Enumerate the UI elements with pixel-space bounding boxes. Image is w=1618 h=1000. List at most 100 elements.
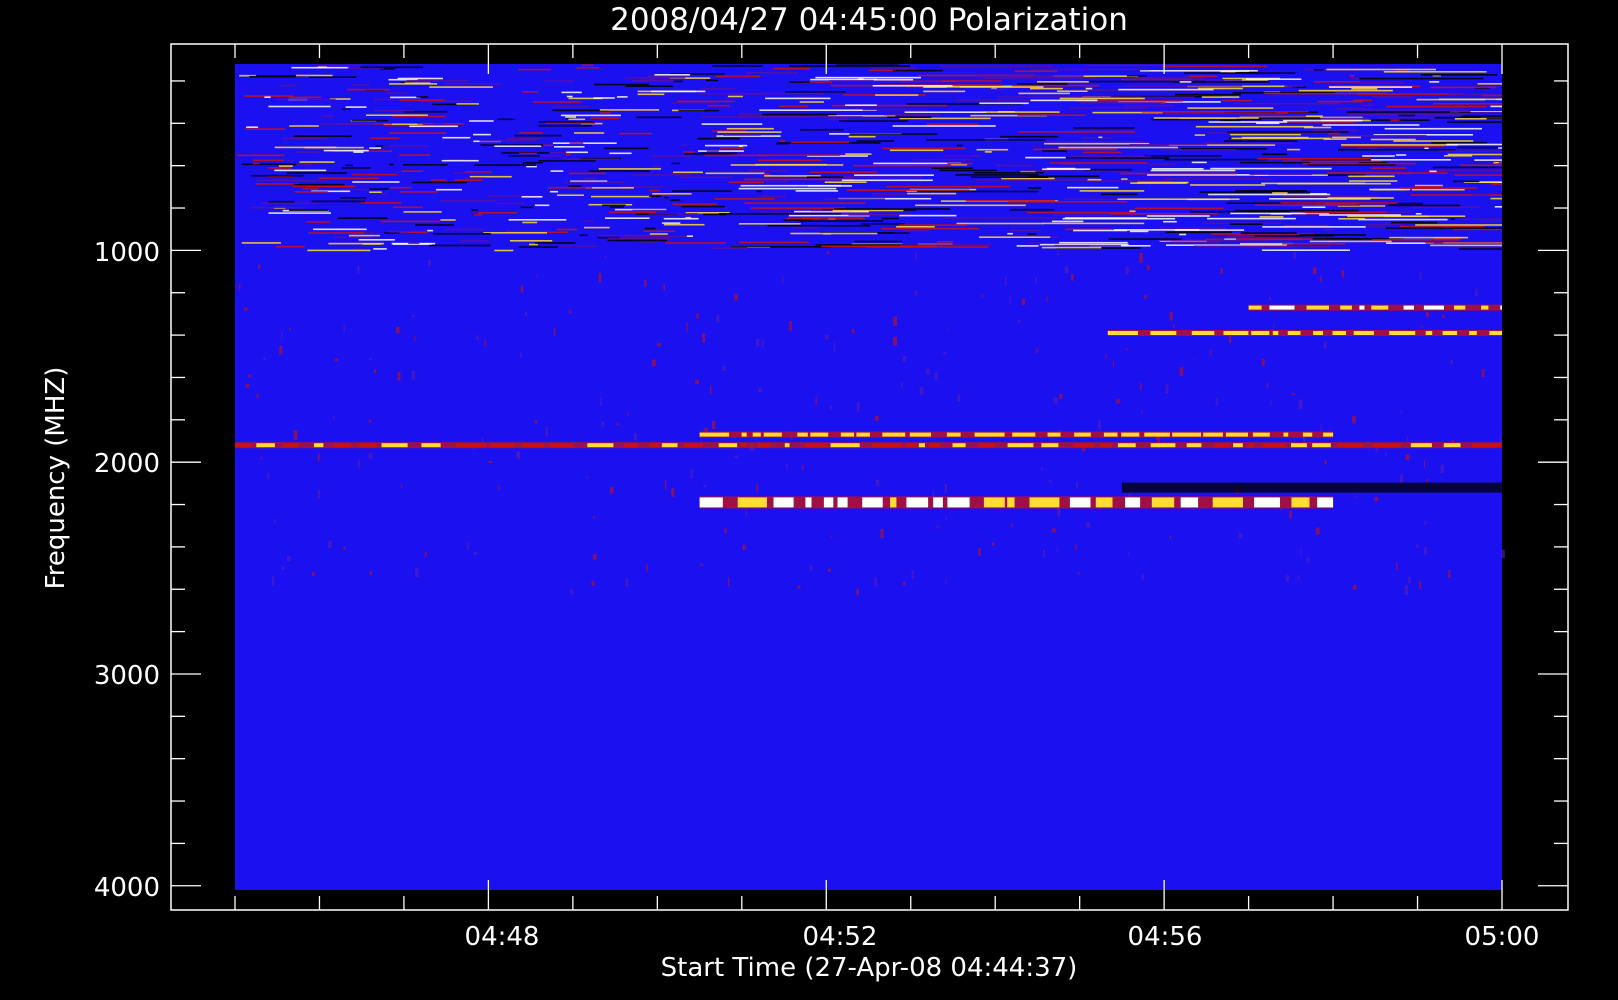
noise-streak bbox=[815, 76, 921, 79]
noise-streak bbox=[474, 214, 483, 216]
noise-streak bbox=[1124, 85, 1243, 87]
speckle bbox=[696, 313, 699, 319]
speckle bbox=[722, 366, 727, 371]
noise-streak bbox=[872, 67, 917, 69]
noise-streak bbox=[717, 131, 782, 133]
noise-streak bbox=[1069, 155, 1151, 158]
speckle bbox=[592, 554, 597, 560]
noise-streak bbox=[1165, 112, 1284, 115]
noise-streak bbox=[701, 123, 763, 125]
noise-streak bbox=[1327, 172, 1448, 174]
noise-streak bbox=[538, 160, 596, 162]
noise-streak bbox=[643, 230, 676, 232]
noise-streak bbox=[241, 242, 281, 244]
speckle bbox=[943, 352, 947, 355]
noise-streak bbox=[903, 230, 930, 232]
noise-streak bbox=[608, 237, 671, 240]
burst-segment bbox=[1302, 432, 1313, 437]
speckle bbox=[914, 290, 918, 296]
noise-streak bbox=[728, 181, 764, 184]
noise-streak bbox=[793, 226, 818, 229]
noise-streak bbox=[534, 204, 550, 207]
noise-streak bbox=[1009, 208, 1055, 211]
noise-streak bbox=[1017, 83, 1068, 85]
speckle bbox=[665, 480, 667, 490]
speckle bbox=[289, 327, 291, 331]
noise-streak bbox=[1049, 162, 1148, 164]
noise-streak bbox=[1415, 213, 1422, 215]
noise-streak bbox=[583, 177, 596, 180]
speckle bbox=[358, 459, 361, 468]
speckle bbox=[1043, 549, 1045, 558]
noise-streak bbox=[454, 179, 483, 181]
noise-streak bbox=[1220, 119, 1241, 122]
noise-streak bbox=[881, 217, 899, 220]
noise-streak bbox=[1424, 147, 1429, 150]
x-tick-label: 04:52 bbox=[803, 922, 878, 952]
noise-streak bbox=[1400, 225, 1485, 228]
noise-streak bbox=[593, 97, 615, 99]
noise-streak bbox=[744, 178, 855, 181]
noise-streak bbox=[264, 202, 308, 204]
x-tick-label: 04:48 bbox=[465, 922, 540, 952]
noise-streak bbox=[821, 245, 937, 248]
noise-streak bbox=[892, 125, 996, 127]
noise-streak bbox=[912, 158, 974, 161]
noise-streak bbox=[241, 163, 297, 166]
noise-streak bbox=[609, 152, 632, 155]
noise-streak bbox=[1349, 74, 1355, 77]
noise-streak bbox=[1313, 81, 1360, 83]
speckle bbox=[272, 576, 274, 586]
noise-streak bbox=[415, 224, 454, 226]
noise-streak bbox=[368, 188, 389, 190]
burst-segment bbox=[1283, 432, 1289, 437]
speckle bbox=[1298, 399, 1303, 409]
noise-streak bbox=[439, 199, 496, 202]
noise-streak bbox=[723, 134, 761, 136]
noise-streak bbox=[390, 186, 412, 189]
noise-streak bbox=[790, 232, 878, 235]
noise-streak bbox=[1459, 218, 1502, 220]
noise-streak bbox=[947, 162, 973, 165]
speckle bbox=[569, 310, 572, 314]
speckle bbox=[1352, 585, 1357, 590]
noise-streak bbox=[625, 77, 686, 79]
burst-segment bbox=[741, 432, 747, 437]
speckle bbox=[797, 585, 801, 589]
burst-segment bbox=[1103, 432, 1118, 437]
noise-streak bbox=[710, 247, 748, 249]
noise-streak bbox=[791, 141, 850, 143]
burst-segment bbox=[1423, 305, 1444, 310]
noise-streak bbox=[1059, 241, 1128, 244]
noise-streak bbox=[390, 96, 421, 99]
noise-streak bbox=[664, 242, 726, 244]
noise-streak bbox=[1069, 107, 1146, 109]
noise-streak bbox=[1158, 227, 1227, 229]
noise-streak bbox=[915, 204, 1026, 207]
noise-streak bbox=[982, 77, 1096, 79]
noise-streak bbox=[942, 217, 1057, 219]
noise-streak bbox=[1335, 108, 1365, 110]
noise-streak bbox=[393, 206, 423, 209]
noise-streak bbox=[1326, 135, 1335, 137]
burst-segment bbox=[805, 443, 828, 448]
noise-streak bbox=[1240, 114, 1307, 117]
noise-streak bbox=[881, 227, 980, 230]
speckle bbox=[424, 551, 427, 557]
noise-streak bbox=[976, 148, 1009, 151]
noise-streak bbox=[280, 84, 298, 87]
noise-streak bbox=[1012, 84, 1100, 87]
noise-streak bbox=[479, 140, 518, 142]
noise-streak bbox=[973, 172, 1044, 174]
burst-segment bbox=[929, 443, 940, 448]
speckle bbox=[395, 326, 400, 334]
burst-segment bbox=[823, 497, 834, 508]
noise-streak bbox=[1357, 147, 1378, 149]
noise-streak bbox=[416, 96, 429, 98]
noise-streak bbox=[1384, 127, 1482, 130]
speckle bbox=[1475, 288, 1478, 297]
speckle bbox=[601, 422, 604, 427]
noise-streak bbox=[900, 244, 991, 246]
noise-streak bbox=[845, 153, 872, 155]
noise-streak bbox=[1174, 93, 1241, 96]
